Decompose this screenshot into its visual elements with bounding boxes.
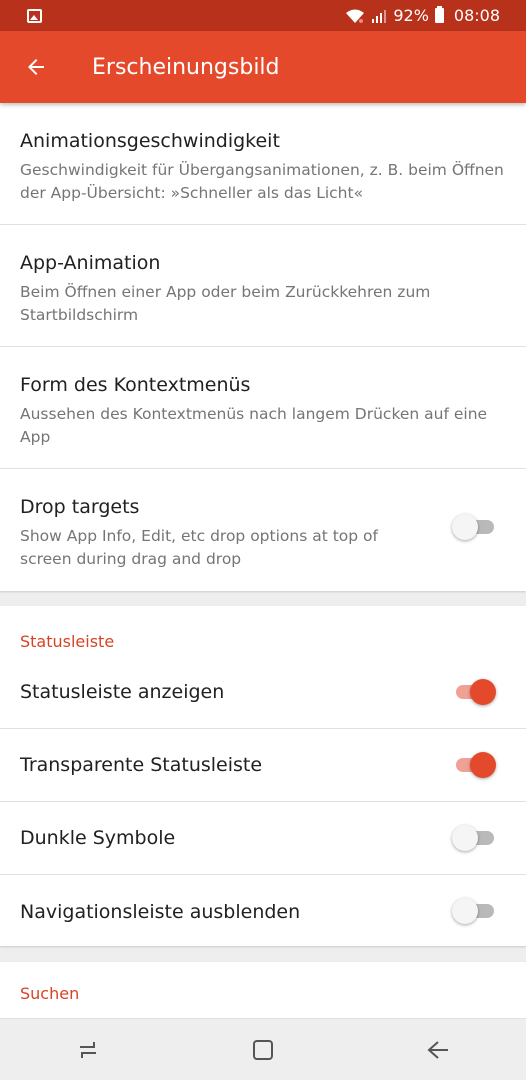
- setting-title: Drop targets: [20, 496, 140, 518]
- page-title: Erscheinungsbild: [92, 54, 280, 80]
- battery-percent: 92%: [393, 6, 429, 25]
- setting-drop-targets[interactable]: Drop targets Show App Info, Edit, etc dr…: [0, 469, 526, 591]
- setting-show-statusbar[interactable]: Statusleiste anzeigen: [0, 656, 526, 729]
- battery-icon: [434, 6, 444, 23]
- setting-app-animation[interactable]: App-Animation Beim Öffnen einer App oder…: [0, 225, 526, 347]
- setting-subtitle: Geschwindigkeit für Übergangsanimationen…: [20, 161, 504, 202]
- setting-subtitle: Aussehen des Kontextmenüs nach langem Dr…: [20, 405, 488, 446]
- section-header-statusleiste: Statusleiste: [20, 632, 115, 651]
- navigation-bar: [0, 1018, 526, 1080]
- clock: 08:08: [453, 6, 500, 25]
- arrow-left-icon[interactable]: [0, 31, 72, 103]
- setting-context-menu-shape[interactable]: Form des Kontextmenüs Aussehen des Konte…: [0, 347, 526, 469]
- section-header-suchen: Suchen: [20, 984, 80, 1003]
- statusbar-settings-card: Statusleiste Statusleiste anzeigen Trans…: [0, 606, 526, 946]
- setting-hide-navbar[interactable]: Navigationsleiste ausblenden: [0, 875, 526, 948]
- setting-title: Navigationsleiste ausblenden: [20, 900, 301, 923]
- appearance-settings-card: Animationsgeschwindigkeit Geschwindigkei…: [0, 103, 526, 591]
- drop-targets-toggle[interactable]: [452, 514, 496, 540]
- setting-animation-speed[interactable]: Animationsgeschwindigkeit Geschwindigkei…: [0, 103, 526, 225]
- setting-title: App-Animation: [20, 252, 161, 274]
- setting-subtitle: Beim Öffnen einer App oder beim Zurückke…: [20, 283, 431, 324]
- setting-title: Animationsgeschwindigkeit: [20, 130, 280, 152]
- hide-navbar-toggle[interactable]: [452, 898, 496, 924]
- app-bar: Erscheinungsbild: [0, 31, 526, 103]
- show-statusbar-toggle[interactable]: [452, 679, 496, 705]
- transparent-statusbar-toggle[interactable]: [452, 752, 496, 778]
- recent-apps-icon[interactable]: [58, 1025, 118, 1075]
- search-settings-card: Suchen: [0, 962, 526, 1022]
- wifi-icon: [346, 9, 365, 23]
- back-icon[interactable]: [408, 1025, 468, 1075]
- dark-icons-toggle[interactable]: [452, 825, 496, 851]
- setting-transparent-statusbar[interactable]: Transparente Statusleiste: [0, 729, 526, 802]
- home-icon[interactable]: [233, 1025, 293, 1075]
- setting-title: Transparente Statusleiste: [20, 754, 263, 776]
- setting-dark-icons[interactable]: Dunkle Symbole: [0, 802, 526, 875]
- setting-title: Form des Kontextmenüs: [20, 374, 251, 396]
- setting-title: Statusleiste anzeigen: [20, 681, 225, 703]
- image-icon: [27, 8, 42, 23]
- status-bar: 92% 08:08: [0, 0, 526, 31]
- setting-subtitle: Show App Info, Edit, etc drop options at…: [20, 527, 378, 568]
- signal-icon: [372, 9, 387, 23]
- setting-title: Dunkle Symbole: [20, 827, 176, 849]
